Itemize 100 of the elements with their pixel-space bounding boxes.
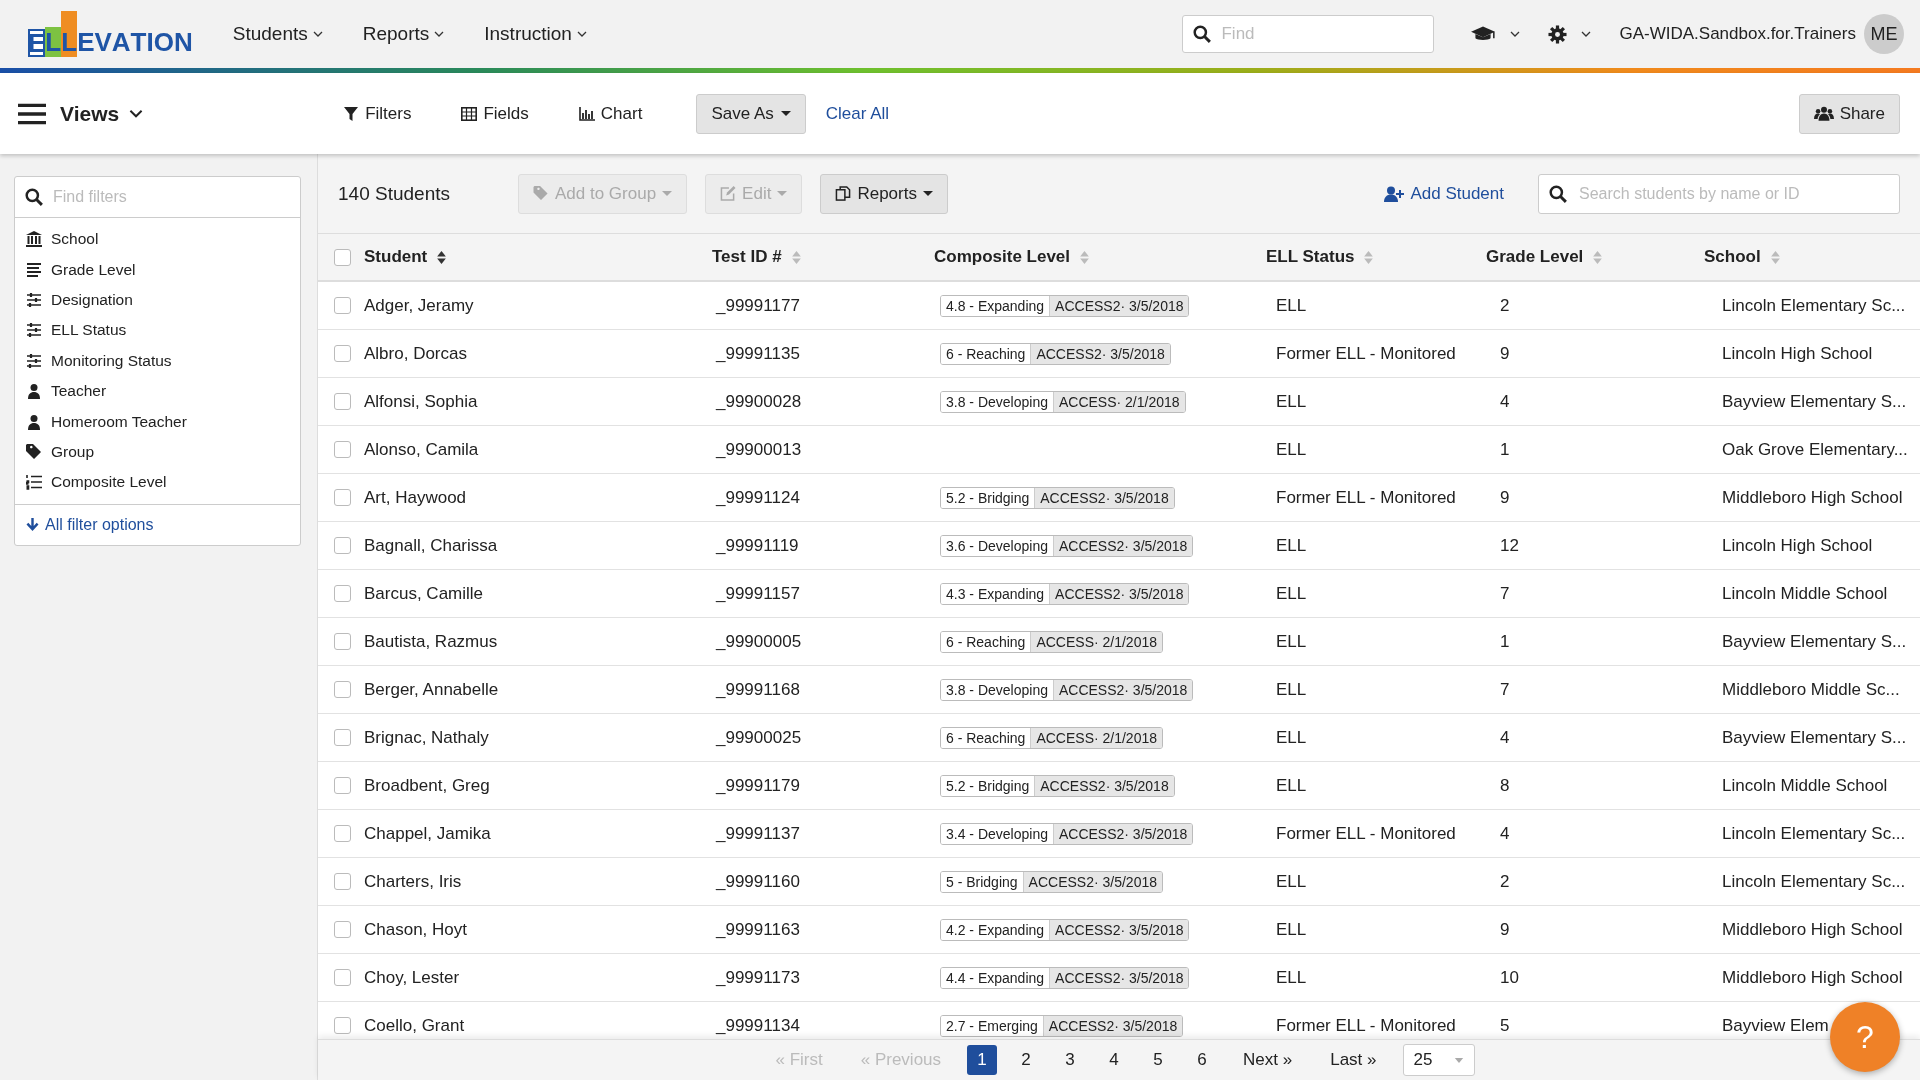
arrow-down-icon: [26, 518, 39, 531]
student-name[interactable]: Bagnall, Charissa: [362, 535, 712, 556]
page-button[interactable]: 1: [967, 1045, 998, 1075]
search-icon: [25, 188, 43, 206]
composite-level-tag: 3.4 - Developing ACCESS2· 3/5/2018: [940, 822, 1194, 845]
row-checkbox[interactable]: [333, 825, 351, 842]
row-checkbox[interactable]: [333, 777, 351, 794]
row-checkbox[interactable]: [333, 729, 351, 746]
page-button[interactable]: 5: [1143, 1045, 1174, 1075]
composite-level-tag: 3.6 - Developing ACCESS2· 3/5/2018: [940, 534, 1194, 557]
filter-item[interactable]: Composite Level: [15, 467, 300, 498]
filter-search-field[interactable]: Find filters: [15, 177, 300, 218]
student-name[interactable]: Charters, Iris: [362, 871, 712, 892]
add-student-link[interactable]: Add Student: [1384, 183, 1504, 204]
menu-icon[interactable]: [18, 102, 46, 125]
student-name[interactable]: Broadbent, Greg: [362, 775, 712, 796]
toolbar-button[interactable]: Fields: [461, 103, 529, 124]
person-icon: [26, 383, 42, 400]
nav-menu[interactable]: Instruction: [484, 23, 587, 45]
save-as-button[interactable]: Save As: [696, 93, 806, 134]
list-action-button[interactable]: Reports: [820, 173, 948, 214]
row-checkbox[interactable]: [333, 489, 351, 506]
select-all-checkbox[interactable]: [333, 248, 351, 266]
row-checkbox[interactable]: [333, 681, 351, 698]
student-name[interactable]: Art, Haywood: [362, 487, 712, 508]
row-checkbox[interactable]: [333, 585, 351, 602]
user-avatar[interactable]: ME: [1864, 14, 1904, 54]
filter-item[interactable]: Monitoring Status: [15, 345, 300, 376]
student-search-field[interactable]: Search students by name or ID: [1538, 173, 1900, 214]
student-name[interactable]: Alonso, Camila: [362, 439, 712, 460]
table-icon: [461, 106, 478, 121]
student-name[interactable]: Alfonsi, Sophia: [362, 391, 712, 412]
page-button[interactable]: 4: [1099, 1045, 1130, 1075]
filter-search-input[interactable]: Find filters: [51, 187, 290, 207]
pager-link[interactable]: Last »: [1330, 1050, 1377, 1070]
chevron-icon: [129, 109, 144, 118]
toolbar-button[interactable]: Chart: [578, 103, 643, 124]
table-cell-text: 4: [1499, 823, 1511, 844]
clear-all-link[interactable]: Clear All: [825, 103, 890, 124]
filter-item[interactable]: Homeroom Teacher: [15, 406, 300, 437]
column-header[interactable]: ELL Status: [1266, 247, 1486, 267]
search-input[interactable]: Find: [1219, 23, 1424, 45]
student-name[interactable]: Chason, Hoyt: [362, 919, 712, 940]
page-button[interactable]: 6: [1187, 1045, 1218, 1075]
student-name[interactable]: Berger, Annabelle: [362, 679, 712, 700]
table-cell-text: ELL: [1275, 775, 1308, 796]
all-filter-options-link[interactable]: All filter options: [15, 504, 165, 545]
composite-level-tag: 5.2 - Bridging ACCESS2· 3/5/2018: [940, 486, 1175, 509]
graduation-cap-menu[interactable]: [1470, 25, 1521, 43]
student-count: 140 Students: [338, 182, 450, 205]
row-checkbox[interactable]: [333, 393, 351, 410]
page-button[interactable]: 3: [1055, 1045, 1086, 1075]
row-checkbox[interactable]: [333, 297, 351, 314]
column-header[interactable]: Composite Level: [934, 247, 1266, 267]
student-name[interactable]: Choy, Lester: [362, 967, 712, 988]
column-header[interactable]: School: [1704, 247, 1920, 267]
filter-item[interactable]: Group: [15, 436, 300, 468]
filter-item[interactable]: Teacher: [15, 375, 300, 407]
table-cell: Lincoln Middle School: [1722, 775, 1888, 795]
column-header[interactable]: Grade Level: [1486, 247, 1704, 267]
row-checkbox[interactable]: [333, 441, 351, 458]
row-checkbox[interactable]: [333, 969, 351, 986]
caret-icon: [777, 191, 788, 196]
row-checkbox[interactable]: [333, 633, 351, 650]
row-checkbox[interactable]: [333, 873, 351, 890]
column-header[interactable]: Test ID #: [712, 247, 934, 267]
student-name[interactable]: Chappel, Jamika: [362, 823, 712, 844]
student-name[interactable]: Albro, Dorcas: [362, 343, 712, 364]
toolbar-button[interactable]: Filters: [343, 103, 412, 124]
share-button[interactable]: Share: [1798, 93, 1900, 134]
search-field[interactable]: Find: [1182, 15, 1435, 53]
tag-icon: [26, 443, 42, 460]
student-name[interactable]: Brignac, Nathaly: [362, 727, 712, 748]
table-cell: Lincoln Elementary Sc...: [1722, 295, 1906, 315]
row-checkbox[interactable]: [333, 345, 351, 362]
table-cell-text: ELL: [1275, 967, 1308, 988]
account-name[interactable]: GA-WIDA.Sandbox.for.Trainers: [1619, 24, 1856, 44]
row-checkbox[interactable]: [333, 537, 351, 554]
filter-item[interactable]: ELL Status: [15, 315, 300, 346]
nav-menu[interactable]: Students: [232, 23, 323, 45]
student-name[interactable]: Adger, Jeramy: [362, 295, 712, 316]
filter-item[interactable]: Grade Level: [15, 254, 300, 285]
student-name[interactable]: Bautista, Razmus: [362, 631, 712, 652]
filter-item[interactable]: School: [15, 224, 300, 255]
settings-menu[interactable]: [1548, 24, 1592, 44]
student-search-input[interactable]: Search students by name or ID: [1577, 183, 1889, 204]
column-header[interactable]: Student: [362, 247, 712, 267]
logo[interactable]: ELLEVATION: [28, 11, 193, 57]
lines-icon: [26, 261, 42, 278]
filter-item[interactable]: Designation: [15, 284, 300, 316]
nav-menu[interactable]: Reports: [362, 23, 445, 45]
row-checkbox[interactable]: [333, 1017, 351, 1034]
page-button[interactable]: 2: [1011, 1045, 1042, 1075]
pager-link[interactable]: Next »: [1243, 1050, 1293, 1070]
page-size-select[interactable]: 25: [1402, 1044, 1475, 1076]
table-cell: Middleboro High School: [1722, 967, 1903, 987]
student-name[interactable]: Barcus, Camille: [362, 583, 712, 604]
row-checkbox[interactable]: [333, 921, 351, 938]
student-name[interactable]: Coello, Grant: [362, 1015, 712, 1036]
views-dropdown[interactable]: Views: [60, 101, 144, 126]
